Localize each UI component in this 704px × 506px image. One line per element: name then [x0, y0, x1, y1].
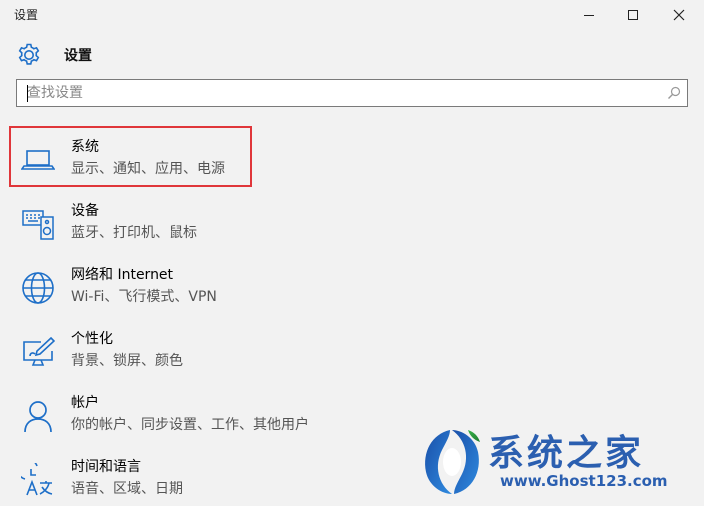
search-input[interactable] [17, 80, 657, 106]
category-desc: 语音、区域、日期 [71, 481, 183, 497]
search-icon[interactable] [667, 86, 681, 100]
keyboard-speaker-icon [22, 210, 54, 240]
category-name: 个性化 [71, 331, 113, 347]
category-desc: 蓝牙、打印机、鼠标 [71, 225, 197, 241]
maximize-button[interactable] [610, 0, 656, 30]
category-name: 网络和 Internet [71, 267, 174, 283]
search-box[interactable] [16, 79, 688, 107]
category-network[interactable]: 网络和 Internet Wi-Fi、飞行模式、VPN [0, 254, 704, 314]
category-devices[interactable]: 设备 蓝牙、打印机、鼠标 [0, 190, 704, 250]
person-icon [24, 401, 52, 433]
globe-icon [22, 272, 54, 304]
watermark: 系统之家 www.Ghost123.com [420, 420, 704, 501]
close-button[interactable] [656, 0, 702, 30]
close-icon [673, 9, 685, 21]
time-language-icon [21, 463, 53, 496]
category-name: 时间和语言 [71, 459, 141, 475]
watermark-logo-icon [425, 430, 480, 494]
minimize-icon [584, 15, 594, 16]
selection-highlight [9, 126, 252, 187]
category-personalization[interactable]: 个性化 背景、锁屏、颜色 [0, 318, 704, 378]
category-name: 帐户 [71, 395, 99, 411]
gear-icon [18, 43, 40, 65]
settings-header: 设置 [16, 40, 92, 70]
page-title: 设置 [64, 48, 92, 64]
category-desc: Wi-Fi、飞行模式、VPN [71, 289, 217, 305]
minimize-button[interactable] [566, 0, 612, 30]
text-caret [27, 85, 28, 102]
category-desc: 背景、锁屏、颜色 [71, 353, 183, 369]
category-name: 设备 [71, 203, 99, 219]
title-bar: 设置 [0, 0, 704, 30]
watermark-title: 系统之家 [488, 433, 645, 474]
category-desc: 你的帐户、同步设置、工作、其他用户 [71, 417, 309, 433]
window-title: 设置 [14, 8, 39, 22]
personalization-icon [23, 336, 55, 366]
maximize-icon [628, 10, 638, 20]
watermark-url: www.Ghost123.com [500, 472, 668, 490]
